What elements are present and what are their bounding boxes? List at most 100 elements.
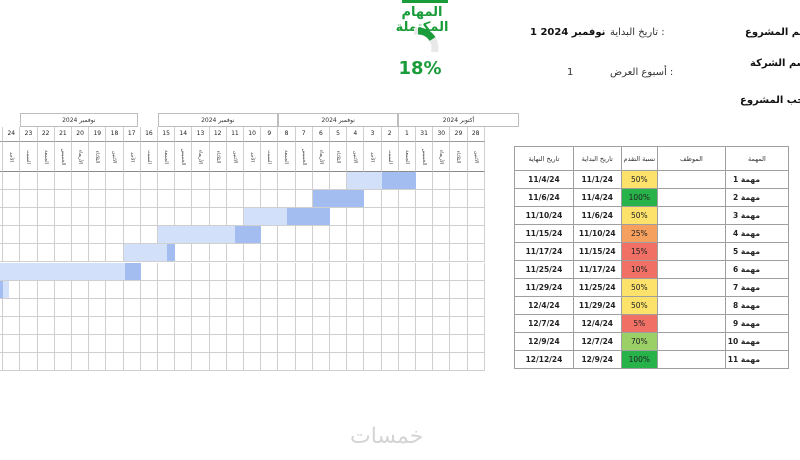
start-date-cell[interactable]: 11/4/24: [572, 188, 622, 207]
start-date-label: تاريخ البداية :: [610, 27, 665, 38]
start-date-cell[interactable]: 11/1/24: [572, 170, 622, 189]
gantt-day-number: 4: [347, 127, 365, 142]
progress-cell[interactable]: 5%: [620, 314, 659, 333]
start-date-cell[interactable]: 11/25/24: [572, 278, 622, 297]
task-name-cell[interactable]: مهمة 1: [724, 170, 790, 189]
assignee-cell[interactable]: [657, 188, 726, 207]
gantt-day-name-text: السبت: [266, 149, 273, 164]
gantt-day-name-text: الثلاثاء: [94, 150, 101, 163]
assignee-cell[interactable]: [657, 242, 726, 261]
gantt-day-name: الثلاثاء: [450, 142, 468, 172]
gantt-cell: [140, 262, 158, 281]
gantt-cell: [381, 334, 399, 353]
task-name-cell[interactable]: مهمة 2: [724, 188, 790, 207]
start-date-cell[interactable]: 11/6/24: [572, 206, 622, 225]
end-date-cell[interactable]: 11/4/24: [514, 170, 574, 189]
start-date-cell[interactable]: 11/15/24: [572, 242, 622, 261]
task-name-cell[interactable]: مهمة 5: [724, 242, 790, 261]
start-date-value[interactable]: 1 نوفمبر 2024: [530, 27, 605, 38]
end-date-cell[interactable]: 12/12/24: [514, 350, 574, 369]
task-name-cell[interactable]: مهمة 6: [724, 260, 790, 279]
start-date-cell[interactable]: 11/10/24: [572, 224, 622, 243]
gantt-cell: [226, 353, 244, 372]
display-week-value[interactable]: 1: [567, 67, 573, 78]
progress-cell[interactable]: 25%: [620, 224, 659, 243]
gantt-cell: [89, 208, 107, 227]
gantt-cell: [450, 353, 468, 372]
progress-cell[interactable]: 50%: [620, 206, 659, 225]
end-date-cell[interactable]: 12/9/24: [514, 332, 574, 351]
task-name-cell[interactable]: مهمة 4: [724, 224, 790, 243]
start-date-cell[interactable]: 12/4/24: [572, 314, 622, 333]
gantt-cell: [192, 172, 210, 191]
gantt-cell: [192, 262, 210, 281]
progress-cell[interactable]: 70%: [620, 332, 659, 351]
assignee-cell[interactable]: [657, 260, 726, 279]
gantt-cell: [89, 190, 107, 209]
gantt-cell: [140, 190, 158, 209]
end-date-cell[interactable]: 11/29/24: [514, 278, 574, 297]
assignee-cell[interactable]: [657, 170, 726, 189]
end-date-cell[interactable]: 12/4/24: [514, 296, 574, 315]
progress-cell[interactable]: 15%: [620, 242, 659, 261]
gantt-day-name: الأربعاء: [312, 142, 330, 172]
start-date-cell[interactable]: 11/29/24: [572, 296, 622, 315]
task-name-cell[interactable]: مهمة 11: [724, 350, 790, 369]
start-date-cell[interactable]: 11/17/24: [572, 260, 622, 279]
gantt-cell: [416, 226, 434, 245]
progress-cell[interactable]: 50%: [620, 296, 659, 315]
gantt-day-name: الأربعاء: [433, 142, 451, 172]
gantt-cell: [209, 280, 227, 299]
end-date-cell[interactable]: 11/25/24: [514, 260, 574, 279]
gantt-day-name-text: الأحد: [369, 151, 376, 162]
gantt-cell: [433, 316, 451, 335]
assignee-cell[interactable]: [657, 314, 726, 333]
gantt-cell: [37, 334, 55, 353]
task-name-cell[interactable]: مهمة 7: [724, 278, 790, 297]
gantt-cell: [244, 190, 262, 209]
assignee-cell[interactable]: [657, 206, 726, 225]
assignee-cell[interactable]: [657, 224, 726, 243]
task-name-cell[interactable]: مهمة 8: [724, 296, 790, 315]
gantt-cell: [398, 208, 416, 227]
gantt-cell: [54, 316, 72, 335]
end-date-cell[interactable]: 11/10/24: [514, 206, 574, 225]
start-date-cell[interactable]: 12/7/24: [572, 332, 622, 351]
gantt-cell: [192, 298, 210, 317]
assignee-cell[interactable]: [657, 350, 726, 369]
gantt-day-name: السبت: [140, 142, 158, 172]
gantt-cell: [20, 298, 38, 317]
end-date-cell[interactable]: 11/6/24: [514, 188, 574, 207]
end-date-cell[interactable]: 12/7/24: [514, 314, 574, 333]
gantt-day-number: 12: [209, 127, 227, 142]
task-name-cell[interactable]: مهمة 9: [724, 314, 790, 333]
progress-cell[interactable]: 100%: [620, 188, 659, 207]
assignee-cell[interactable]: [657, 296, 726, 315]
task-name-cell[interactable]: مهمة 10: [724, 332, 790, 351]
gantt-day-name-text: الخميس: [300, 148, 307, 165]
gantt-cell: [278, 190, 296, 209]
gantt-day-number: 6: [312, 127, 330, 142]
end-date-cell[interactable]: 11/17/24: [514, 242, 574, 261]
company-name-label: اسم الشركة: [750, 58, 800, 69]
gantt-day-name: الثلاثاء: [209, 142, 227, 172]
gantt-day-name-text: الأحد: [8, 151, 15, 162]
gantt-cell: [175, 244, 193, 263]
progress-cell[interactable]: 50%: [620, 170, 659, 189]
assignee-cell[interactable]: [657, 278, 726, 297]
gantt-cell: [54, 226, 72, 245]
task-name-cell[interactable]: مهمة 3: [724, 206, 790, 225]
progress-cell[interactable]: 10%: [620, 260, 659, 279]
gantt-day-name: الأحد: [364, 142, 382, 172]
gantt-bar-progress: [0, 280, 4, 298]
gantt-cell: [37, 244, 55, 263]
gantt-cell: [226, 280, 244, 299]
end-date-cell[interactable]: 11/15/24: [514, 224, 574, 243]
assignee-cell[interactable]: [657, 332, 726, 351]
gantt-day-number: 18: [106, 127, 124, 142]
gantt-cell: [330, 262, 348, 281]
start-date-cell[interactable]: 12/9/24: [572, 350, 622, 369]
progress-cell[interactable]: 50%: [620, 278, 659, 297]
gantt-cell: [209, 208, 227, 227]
progress-cell[interactable]: 100%: [620, 350, 659, 369]
